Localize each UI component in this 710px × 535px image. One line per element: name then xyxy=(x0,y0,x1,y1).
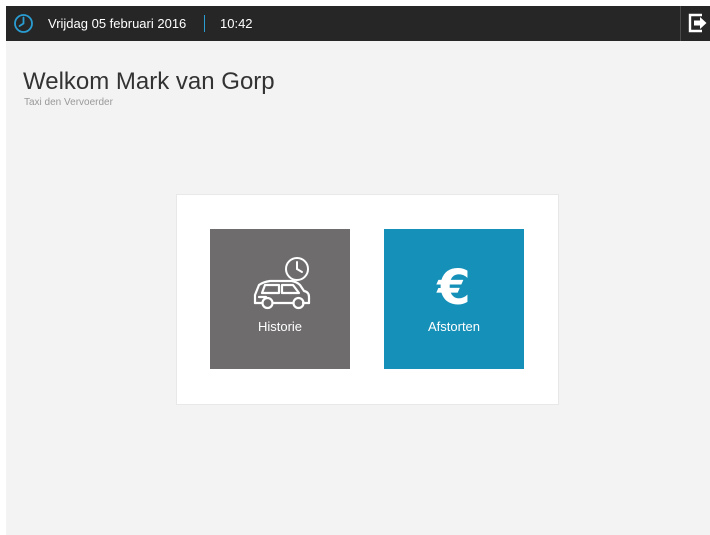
afstorten-label: Afstorten xyxy=(427,319,481,334)
svg-text:€: € xyxy=(436,260,470,311)
welcome-title: Welkom Mark van Gorp xyxy=(23,68,275,95)
company-name: Taxi den Vervoerder xyxy=(24,97,113,108)
current-date: Vrijdag 05 februari 2016 xyxy=(48,16,187,31)
logout-icon xyxy=(688,13,707,33)
menu-panel: Historie € Afstorten xyxy=(176,194,559,405)
top-bar: Vrijdag 05 februari 2016 10:42 xyxy=(6,6,710,41)
euro-icon: € xyxy=(436,260,470,311)
current-time: 10:42 xyxy=(220,16,253,31)
historie-tile[interactable]: Historie xyxy=(210,229,350,369)
afstorten-tile[interactable]: € Afstorten xyxy=(384,229,524,369)
clock-icon xyxy=(14,14,33,33)
historie-label: Historie xyxy=(257,319,303,334)
logout-button[interactable] xyxy=(680,6,710,41)
header-divider xyxy=(204,15,205,32)
car-history-icon xyxy=(253,257,311,310)
app-frame: Vrijdag 05 februari 2016 10:42 Welkom Ma… xyxy=(6,6,710,535)
